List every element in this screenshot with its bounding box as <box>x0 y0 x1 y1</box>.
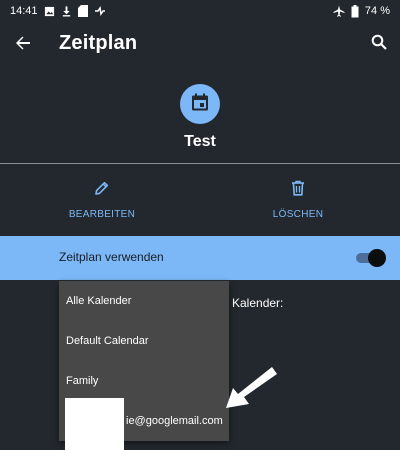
divider <box>0 163 400 164</box>
calendar-icon <box>190 92 210 117</box>
trash-icon <box>291 180 305 201</box>
battery-icon <box>351 4 359 18</box>
menu-item-label: Default Calendar <box>66 335 149 347</box>
calendar-label: Kalender: <box>232 296 284 310</box>
menu-item-all-calendars[interactable]: Alle Kalender <box>59 281 229 321</box>
menu-item-label: Alle Kalender <box>66 295 132 307</box>
status-time: 14:41 <box>10 5 38 17</box>
toggle-thumb <box>368 249 386 267</box>
search-icon <box>371 34 387 55</box>
status-bar-right: 74 % <box>333 4 390 18</box>
schedule-avatar <box>180 84 220 124</box>
signal-off-icon <box>94 6 106 16</box>
menu-item-label: ie@googlemail.com <box>126 415 223 427</box>
use-schedule-label: Zeitplan verwenden <box>59 250 164 264</box>
schedule-name: Test <box>184 133 216 150</box>
page-title: Zeitplan <box>59 32 138 54</box>
status-bar-left: 14:41 <box>10 5 106 17</box>
battery-percentage: 74 % <box>364 5 390 17</box>
edit-button[interactable]: BEARBEITEN <box>32 180 172 220</box>
use-schedule-toggle[interactable] <box>356 249 386 267</box>
app-bar: Zeitplan <box>0 22 400 66</box>
menu-item-label: Family <box>66 375 99 387</box>
delete-button[interactable]: LÖSCHEN <box>228 180 368 220</box>
annotation-arrow-icon <box>222 364 278 412</box>
back-button[interactable] <box>10 32 36 58</box>
download-icon <box>61 5 72 17</box>
delete-label: LÖSCHEN <box>272 209 324 220</box>
arrow-back-icon <box>15 35 31 56</box>
menu-item-family[interactable]: Family <box>59 361 229 401</box>
edit-label: BEARBEITEN <box>68 209 136 220</box>
sd-card-icon <box>77 5 88 17</box>
pencil-icon <box>94 180 110 201</box>
search-button[interactable] <box>366 31 392 57</box>
airplane-icon <box>333 5 345 17</box>
menu-item-default-calendar[interactable]: Default Calendar <box>59 321 229 361</box>
redaction-box <box>65 398 124 450</box>
image-icon <box>44 6 55 17</box>
use-schedule-row[interactable]: Zeitplan verwenden <box>0 236 400 280</box>
status-bar: 14:41 74 % <box>0 0 400 22</box>
